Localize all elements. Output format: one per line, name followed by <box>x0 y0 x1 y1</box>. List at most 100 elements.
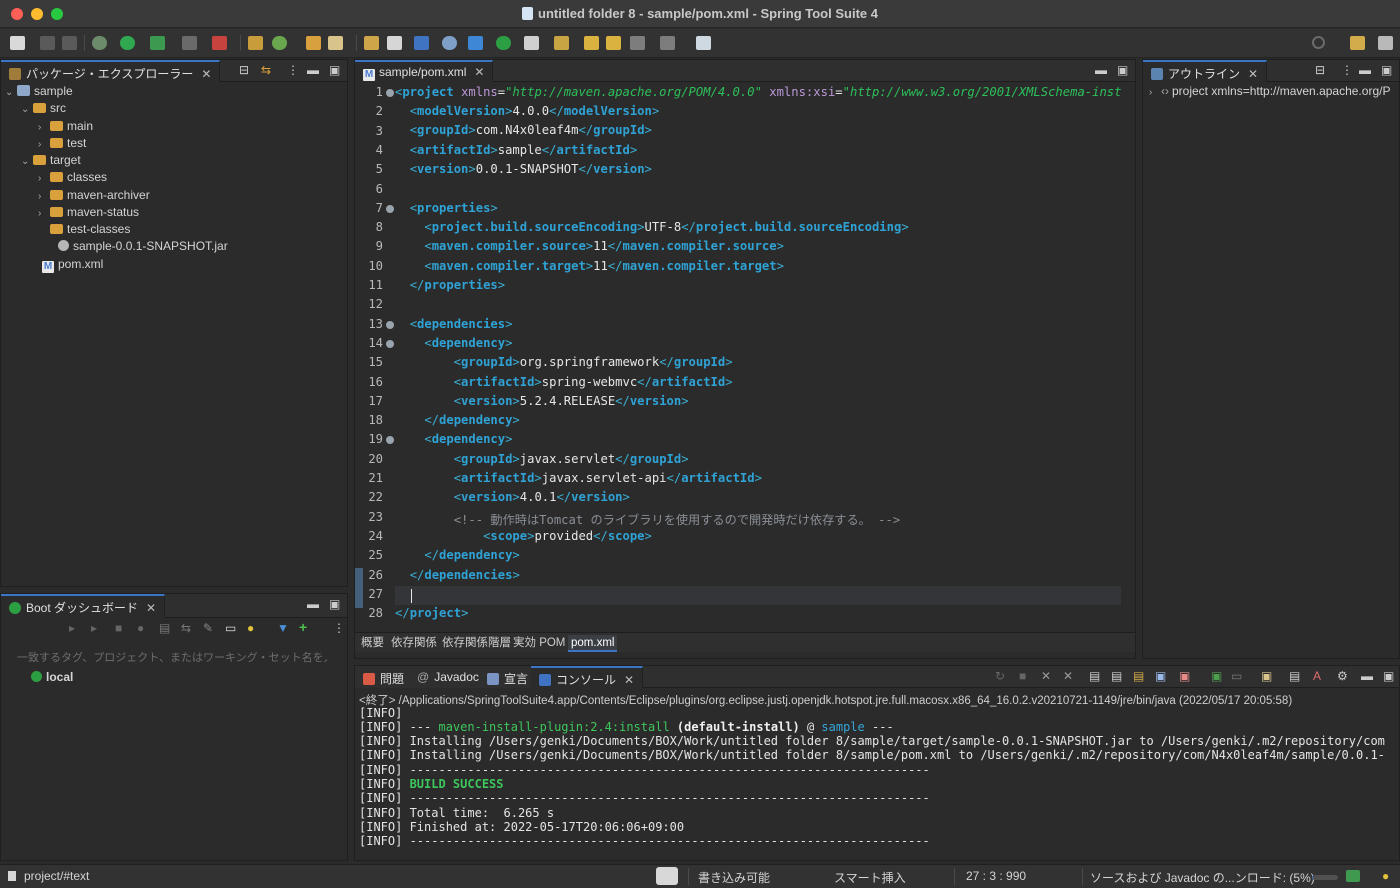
close-icon[interactable]: ✕ <box>201 67 211 81</box>
annotation-icon[interactable] <box>524 36 539 50</box>
tree-item-jar[interactable]: sample-0.0.1-SNAPSHOT.jar <box>58 239 228 256</box>
boot-icon[interactable] <box>496 36 511 50</box>
search-icon[interactable] <box>1312 36 1325 49</box>
lightbulb-icon[interactable]: ● <box>1382 869 1389 883</box>
stop-icon[interactable]: ■ <box>115 621 122 635</box>
tree-item-classes[interactable]: › classes <box>38 170 107 187</box>
close-icon[interactable]: ✕ <box>624 673 634 687</box>
remove-launch-icon[interactable]: ✕ <box>1041 669 1051 683</box>
minimize-icon[interactable]: ▬ <box>1361 669 1373 683</box>
pin-console-icon[interactable]: ▣ <box>1211 669 1222 683</box>
tab-pom-xml-source[interactable]: pom.xml <box>568 635 618 652</box>
tree-item-src[interactable]: ⌄ src <box>21 101 66 118</box>
link-with-editor-icon[interactable]: ⇆ <box>261 63 271 77</box>
build-icon[interactable] <box>248 36 263 50</box>
chevron-right-icon[interactable]: › <box>1149 87 1161 98</box>
tab-package-explorer[interactable]: パッケージ・エクスプローラー ✕ <box>1 60 221 82</box>
fold-marker[interactable] <box>386 340 394 348</box>
forward-icon[interactable] <box>606 36 621 50</box>
close-icon[interactable]: ✕ <box>474 65 484 79</box>
maximize-icon[interactable]: ▣ <box>1117 63 1128 77</box>
tree-item-sample[interactable]: ⌄ sample <box>5 84 73 101</box>
code-editor[interactable]: 1 2 3 4 5 6 7 8 9 10 11 12 13 14 15 16 17 18 19 20 21 22 23 24 2… <box>355 83 1135 631</box>
open-perspective-icon[interactable] <box>1350 36 1365 50</box>
run-config-icon[interactable] <box>150 36 165 50</box>
maximize-icon[interactable]: ▣ <box>329 63 340 77</box>
save-all-icon[interactable] <box>62 36 77 50</box>
new-icon[interactable] <box>10 36 25 50</box>
close-icon[interactable]: ✕ <box>1248 67 1258 81</box>
view-menu-icon[interactable]: ⋮ <box>333 621 345 635</box>
chevron-right-icon[interactable]: › <box>38 139 50 150</box>
chevron-down-icon[interactable]: ⌄ <box>21 156 33 167</box>
tree-item-pom[interactable]: Mpom.xml <box>42 257 103 274</box>
fold-marker[interactable] <box>386 205 394 213</box>
terminate-icon[interactable]: ↻ <box>995 669 1005 683</box>
show-on-error-icon[interactable]: ▣ <box>1179 669 1190 683</box>
tab-pom-xml[interactable]: Msample/pom.xml ✕ <box>355 60 494 82</box>
target-icon[interactable] <box>442 36 457 50</box>
display-console-icon[interactable]: ▭ <box>1231 669 1242 683</box>
chevron-right-icon[interactable]: › <box>38 191 50 202</box>
start-icon[interactable]: ▸ <box>69 621 75 635</box>
tree-item-test-classes[interactable]: test-classes <box>50 222 130 239</box>
fast-view-icon[interactable] <box>656 867 678 885</box>
boot-dashboard-filter-input[interactable]: 一致するタグ、プロジェクト、またはワーキング・セット名を入力 <box>17 649 327 665</box>
next-annotation-icon[interactable] <box>554 36 569 50</box>
tab-declaration[interactable]: 宣言 <box>479 666 538 688</box>
maximize-icon[interactable]: ▣ <box>329 597 340 611</box>
chevron-right-icon[interactable]: › <box>38 208 50 219</box>
copy-icon[interactable]: ▤ <box>1289 669 1300 683</box>
fold-marker[interactable] <box>386 321 394 329</box>
edit-icon[interactable] <box>328 36 343 50</box>
console-icon[interactable] <box>414 36 429 50</box>
save-icon[interactable] <box>40 36 55 50</box>
fold-marker[interactable] <box>386 436 394 444</box>
filter-icon[interactable]: ▼ <box>277 621 289 635</box>
chevron-down-icon[interactable]: ⌄ <box>5 87 17 98</box>
stop-icon[interactable] <box>182 36 197 50</box>
collapse-all-icon[interactable]: ⊟ <box>1315 63 1325 77</box>
run-icon[interactable] <box>120 36 135 50</box>
collapse-all-icon[interactable]: ⊟ <box>239 63 249 77</box>
chevron-down-icon[interactable]: ⌄ <box>21 104 33 115</box>
remove-all-icon[interactable]: ✕ <box>1063 669 1073 683</box>
tab-outline[interactable]: アウトライン ✕ <box>1143 60 1268 82</box>
stop-icon[interactable]: ■ <box>1019 669 1026 683</box>
tab-javadoc[interactable]: @ Javadoc <box>409 666 488 688</box>
open-icon[interactable] <box>306 36 321 50</box>
bookmark-icon[interactable] <box>387 36 402 50</box>
spring-perspective-icon[interactable] <box>1378 36 1393 50</box>
tree-item-test[interactable]: › test <box>38 136 86 153</box>
minimize-icon[interactable]: ▬ <box>1359 63 1371 77</box>
chevron-right-icon[interactable]: › <box>38 122 50 133</box>
chevron-right-icon[interactable]: › <box>38 173 50 184</box>
boot-dashboard-item-local[interactable]: local <box>31 670 73 687</box>
lightbulb-icon[interactable]: ● <box>247 621 254 635</box>
view-menu-icon[interactable]: ⋮ <box>287 63 299 77</box>
tree-item-target[interactable]: ⌄ target <box>21 153 81 170</box>
tree-item-main[interactable]: › main <box>38 119 93 136</box>
console-icon[interactable]: ▤ <box>159 621 170 635</box>
minimize-icon[interactable]: ▬ <box>1095 63 1107 77</box>
tab-boot-dashboard[interactable]: Boot ダッシュボード ✕ <box>1 594 166 618</box>
back-arrow-icon[interactable] <box>630 36 645 50</box>
maximize-icon[interactable]: ▣ <box>1381 63 1392 77</box>
relaunch-icon[interactable] <box>212 36 227 50</box>
refresh-icon[interactable] <box>272 36 287 50</box>
clear-console-icon[interactable]: ▤ <box>1089 669 1100 683</box>
minimize-icon[interactable]: ▬ <box>307 597 319 611</box>
tab-dependencies[interactable]: 依存関係 <box>388 635 440 652</box>
progress-view-icon[interactable] <box>1346 870 1360 882</box>
tree-item-maven-archiver[interactable]: › maven-archiver <box>38 188 150 205</box>
font-icon[interactable]: A <box>1313 669 1321 683</box>
tab-dependency-hierarchy[interactable]: 依存関係階層 <box>439 635 514 652</box>
fold-marker[interactable] <box>386 89 394 97</box>
tree-item-maven-status[interactable]: › maven-status <box>38 205 139 222</box>
tab-console[interactable]: コンソール ✕ <box>531 666 644 688</box>
link-icon[interactable]: ⇆ <box>181 621 191 635</box>
forward-arrow-icon[interactable] <box>660 36 675 50</box>
back-icon[interactable] <box>584 36 599 50</box>
console-output[interactable]: <終了> /Applications/SpringToolSuite4.app/… <box>355 688 1399 860</box>
maximize-icon[interactable]: ▣ <box>1383 669 1394 683</box>
